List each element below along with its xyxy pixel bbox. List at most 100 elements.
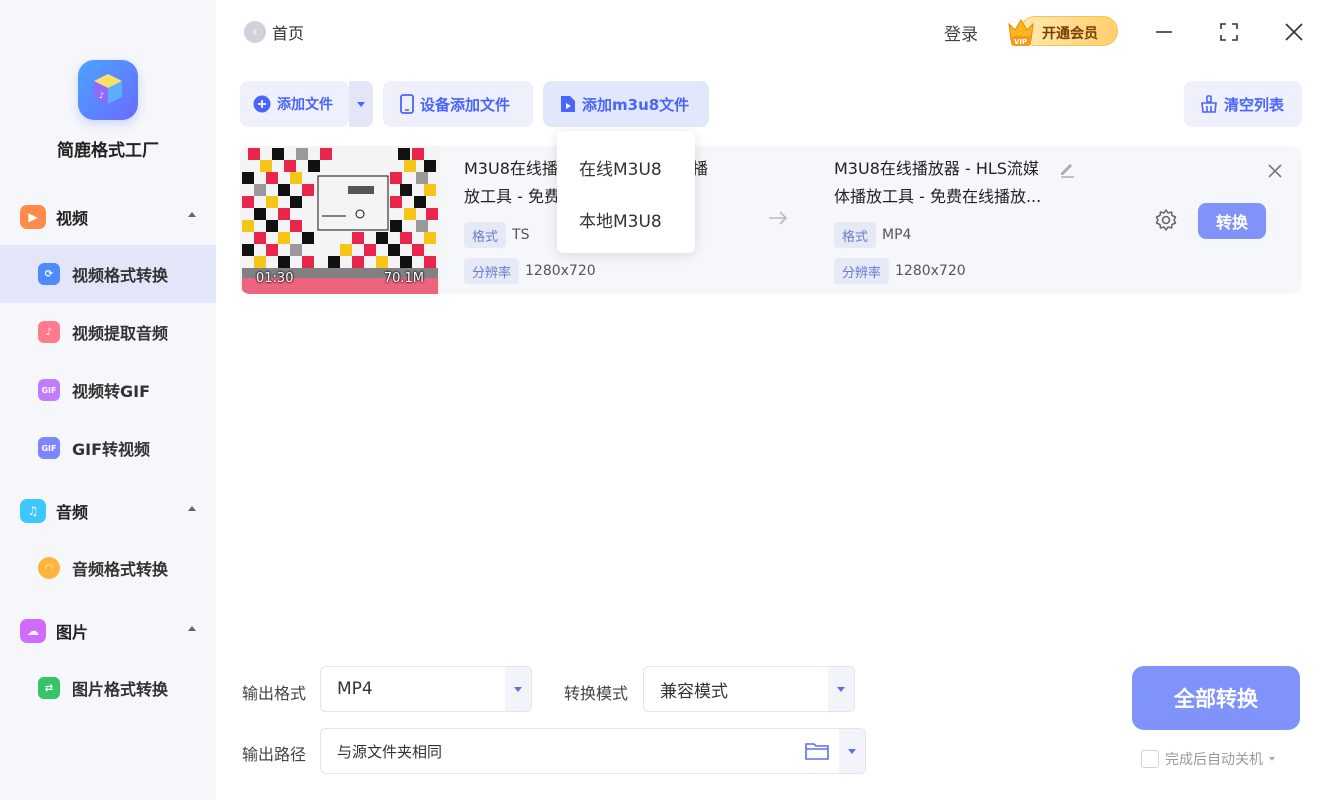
sidebar-item-video-convert[interactable]: ⟳ 视频格式转换: [0, 245, 216, 303]
add-m3u8-label: 添加m3u8文件: [582, 95, 690, 114]
add-file-label: 添加文件: [277, 97, 333, 113]
sidebar-item-label: 视频转GIF: [72, 382, 151, 401]
video-icon: ▶: [20, 205, 46, 229]
audio-icon: ♫: [20, 499, 46, 523]
auto-shutdown-option[interactable]: 完成后自动关机: [1141, 749, 1275, 769]
sidebar: ♪ 简鹿格式工厂 ▶ 视频 ⟳ 视频格式转换 ♪ 视频提取音频 GIF 视频转G…: [0, 0, 216, 800]
menu-item-local-m3u8[interactable]: 本地M3U8: [579, 207, 662, 232]
add-m3u8-button[interactable]: 添加m3u8文件: [543, 81, 709, 127]
minimize-button[interactable]: [1150, 18, 1178, 46]
target-name-line2: 体播放工具 - 免费在线播放...: [834, 187, 1042, 206]
convert-mode-value: 兼容模式: [660, 681, 728, 702]
sidebar-item-label: 图片格式转换: [72, 680, 169, 699]
section-label: 视频: [56, 209, 89, 228]
minimize-icon: [1156, 31, 1172, 33]
source-format: 格式 TS: [464, 222, 529, 248]
device-add-label: 设备添加文件: [420, 95, 511, 114]
menu-item-online-m3u8[interactable]: 在线M3U8: [579, 155, 662, 180]
caret-up-icon: [188, 626, 196, 631]
sidebar-item-audio-convert[interactable]: ◠ 音频格式转换: [0, 539, 216, 597]
gif-icon: GIF: [38, 379, 60, 401]
sidebar-item-gif-to-video[interactable]: GIF GIF转视频: [0, 419, 216, 477]
caret-down-icon: [837, 686, 845, 692]
headphones-icon: ◠: [38, 557, 60, 579]
folder-icon[interactable]: [805, 741, 829, 761]
maximize-button[interactable]: [1215, 18, 1243, 46]
target-resolution: 分辨率 1280x720: [834, 258, 966, 284]
arrow-right-icon: [769, 211, 788, 225]
caret-down-icon: [357, 101, 365, 107]
source-name-tail: 播: [692, 159, 709, 178]
convert-all-button[interactable]: 全部转换: [1132, 666, 1300, 730]
caret-up-icon: [188, 506, 196, 511]
image-icon: ☁: [20, 619, 46, 643]
sidebar-item-video-to-gif[interactable]: GIF 视频转GIF: [0, 361, 216, 419]
sidebar-item-extract-audio[interactable]: ♪ 视频提取音频: [0, 303, 216, 361]
video-size: 70.1M: [383, 271, 424, 286]
dropdown-toggle[interactable]: [828, 667, 854, 711]
image-convert-icon: ⇄: [38, 677, 60, 699]
section-image[interactable]: ☁ 图片: [20, 616, 200, 646]
dropdown-toggle[interactable]: [839, 729, 865, 773]
back-arrow-icon: ‹: [244, 21, 266, 43]
file-card: 01:30 70.1M M3U8在线播放器 - HLS流媒体播 放工具 - 免费…: [240, 146, 1302, 294]
caret-down-icon: [514, 686, 522, 692]
sidebar-item-label: 视频提取音频: [72, 324, 169, 343]
clear-list-button[interactable]: 清空列表: [1184, 81, 1302, 127]
add-file-dropdown[interactable]: [349, 81, 373, 127]
resolution-tag: 分辨率: [834, 258, 890, 284]
back-label: 首页: [272, 24, 305, 43]
convert-button[interactable]: 转换: [1198, 203, 1266, 239]
m3u8-dropdown-menu: 在线M3U8 本地M3U8: [557, 131, 695, 253]
output-format-label: 输出格式: [242, 684, 307, 703]
section-label: 音频: [56, 503, 89, 522]
plus-circle-icon: [253, 95, 271, 113]
output-path-select[interactable]: 与源文件夹相同: [320, 728, 866, 774]
maximize-icon: [1220, 23, 1238, 41]
file-play-icon: [560, 95, 576, 113]
sidebar-item-image-convert[interactable]: ⇄ 图片格式转换: [0, 659, 216, 717]
format-tag: 格式: [834, 222, 877, 248]
back-home-button[interactable]: ‹ 首页: [244, 20, 304, 44]
source-name-line1: M3U8在线播: [464, 159, 558, 178]
vip-button[interactable]: VIP 开通会员: [1006, 14, 1118, 48]
caret-down-icon[interactable]: [1269, 757, 1275, 761]
resolution-value: 1280x720: [895, 263, 966, 279]
login-link[interactable]: 登录: [944, 20, 978, 45]
video-thumbnail[interactable]: 01:30 70.1M: [240, 146, 440, 294]
app-logo: ♪: [78, 60, 138, 120]
auto-shutdown-checkbox[interactable]: [1141, 750, 1159, 768]
music-note-icon: ♪: [38, 321, 60, 343]
auto-shutdown-label: 完成后自动关机: [1165, 752, 1263, 768]
target-file-name: M3U8在线播放器 - HLS流媒 体播放工具 - 免费在线播放...: [834, 155, 1064, 211]
output-format-select[interactable]: MP4: [320, 666, 532, 712]
format-value: TS: [512, 227, 530, 243]
remove-file-icon[interactable]: [1266, 162, 1284, 180]
svg-text:♪: ♪: [99, 91, 104, 100]
sidebar-item-label: GIF转视频: [72, 440, 151, 459]
target-format: 格式 MP4: [834, 222, 911, 248]
convert-mode-select[interactable]: 兼容模式: [643, 666, 855, 712]
output-path-label: 输出路径: [242, 745, 307, 764]
dropdown-toggle[interactable]: [505, 667, 531, 711]
close-window-button[interactable]: [1280, 18, 1308, 46]
format-value: MP4: [882, 227, 912, 243]
add-file-button[interactable]: 添加文件: [240, 81, 349, 127]
device-add-button[interactable]: 设备添加文件: [383, 81, 533, 127]
section-label: 图片: [56, 623, 89, 642]
output-path-value: 与源文件夹相同: [337, 742, 443, 761]
vip-label: 开通会员: [1042, 26, 1098, 42]
convert-mode-label: 转换模式: [564, 684, 629, 703]
caret-up-icon: [188, 212, 196, 217]
resolution-value: 1280x720: [525, 263, 596, 279]
sidebar-item-label: 音频格式转换: [72, 560, 169, 579]
cube-icon: ♪: [94, 74, 122, 104]
resolution-tag: 分辨率: [464, 258, 520, 284]
crown-icon: VIP: [1008, 19, 1034, 46]
section-audio[interactable]: ♫ 音频: [20, 496, 200, 526]
gif-video-icon: GIF: [38, 437, 60, 459]
edit-pencil-icon[interactable]: [1058, 160, 1076, 178]
phone-icon: [400, 94, 414, 114]
section-video[interactable]: ▶ 视频: [20, 202, 200, 232]
settings-gear-icon[interactable]: [1154, 208, 1178, 232]
